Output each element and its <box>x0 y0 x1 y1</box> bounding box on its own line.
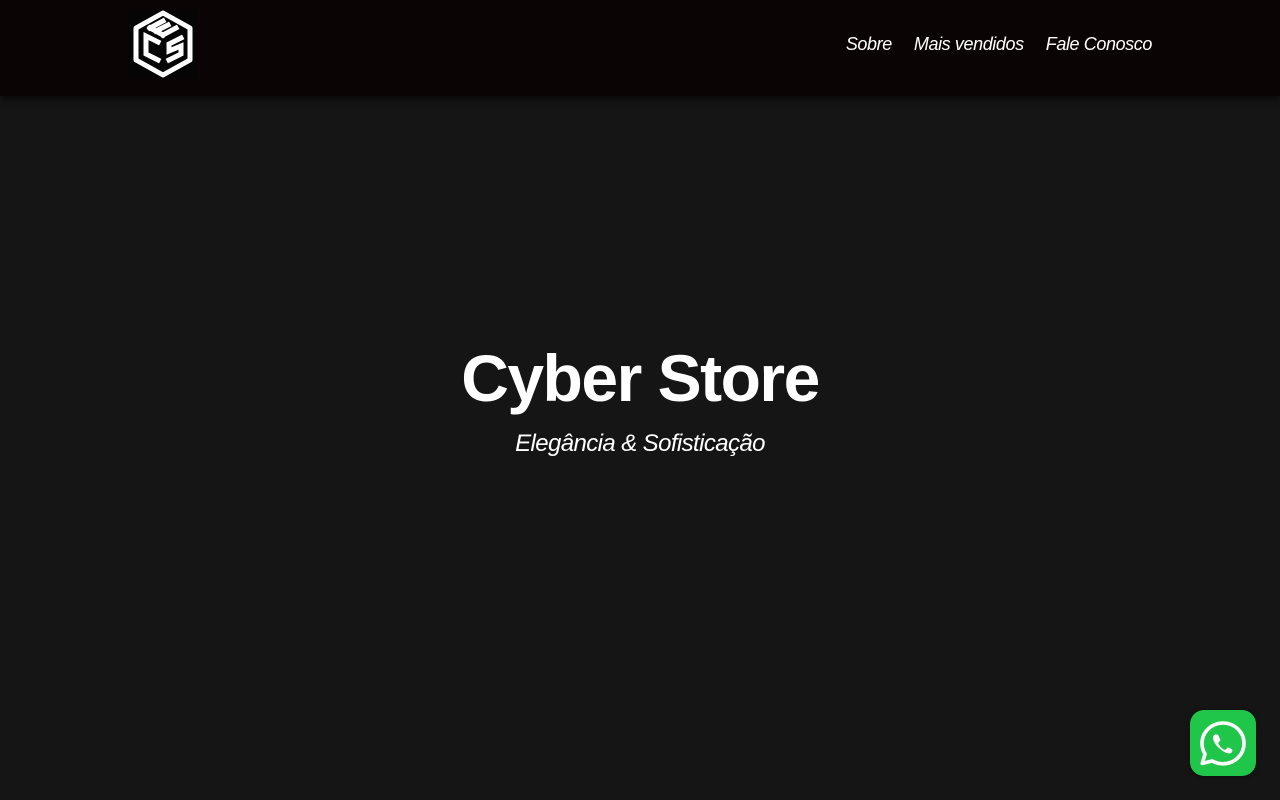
whatsapp-button[interactable] <box>1190 710 1256 776</box>
navbar: Sobre Mais vendidos Fale Conosco <box>0 0 1280 96</box>
nav-link-mais-vendidos[interactable]: Mais vendidos <box>914 31 1024 57</box>
hero-subtitle: Elegância & Sofisticação <box>515 430 765 457</box>
cube-fcs-logo-icon <box>133 10 193 78</box>
hero-title: Cyber Store <box>461 341 820 415</box>
hero-section: Cyber Store Elegância & Sofisticação <box>0 96 1280 800</box>
main-nav: Sobre Mais vendidos Fale Conosco <box>846 31 1153 57</box>
logo[interactable] <box>128 9 198 79</box>
nav-link-fale-conosco[interactable]: Fale Conosco <box>1046 31 1153 57</box>
whatsapp-icon <box>1200 721 1246 766</box>
nav-link-sobre[interactable]: Sobre <box>846 31 892 57</box>
